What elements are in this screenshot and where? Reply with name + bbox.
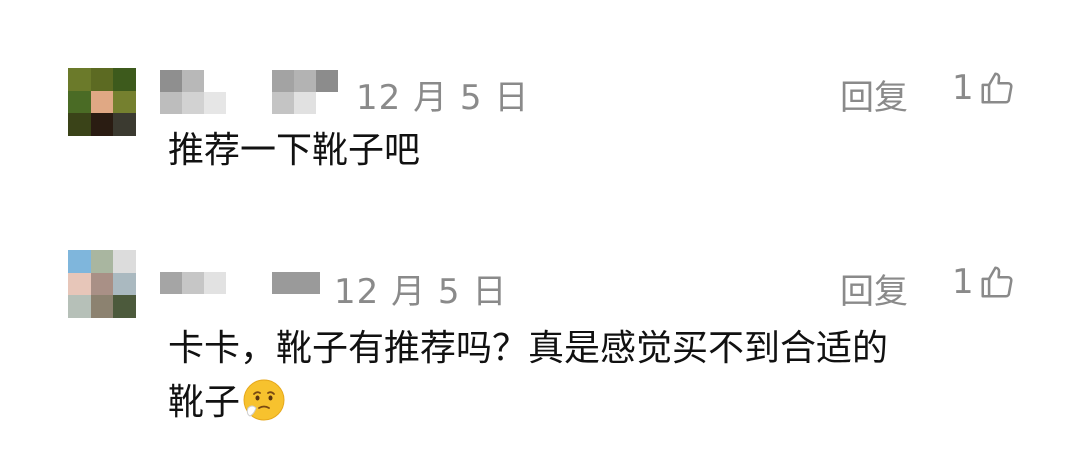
like-button[interactable]: 1	[952, 262, 1016, 302]
comment-text-line-2-text: 靴子	[168, 382, 241, 423]
comment-date: 12 月 5 日	[356, 78, 530, 118]
comment-text: 卡卡，靴子有推荐吗？真是感觉买不到合适的 靴子	[168, 322, 1018, 430]
comment-text-line-2: 靴子	[168, 376, 1018, 430]
like-count: 1	[952, 262, 974, 302]
username-redacted[interactable]	[160, 70, 250, 114]
username-redacted[interactable]	[160, 272, 230, 294]
reply-button[interactable]: 回复	[840, 264, 908, 313]
avatar[interactable]	[68, 68, 136, 136]
like-count: 1	[952, 68, 974, 108]
thumbs-up-icon	[981, 72, 1013, 104]
sad-face-emoji-icon	[243, 379, 285, 421]
avatar[interactable]	[68, 250, 136, 318]
like-button[interactable]: 1	[952, 68, 1016, 108]
username-redacted-2[interactable]	[272, 70, 342, 114]
comment-text: 推荐一下靴子吧	[168, 130, 421, 171]
comment-text-line-1: 卡卡，靴子有推荐吗？真是感觉买不到合适的	[168, 328, 889, 369]
thumbs-up-icon	[981, 266, 1013, 298]
username-redacted-2[interactable]	[272, 272, 320, 294]
reply-button[interactable]: 回复	[840, 70, 908, 119]
comment-date: 12 月 5 日	[334, 272, 508, 312]
